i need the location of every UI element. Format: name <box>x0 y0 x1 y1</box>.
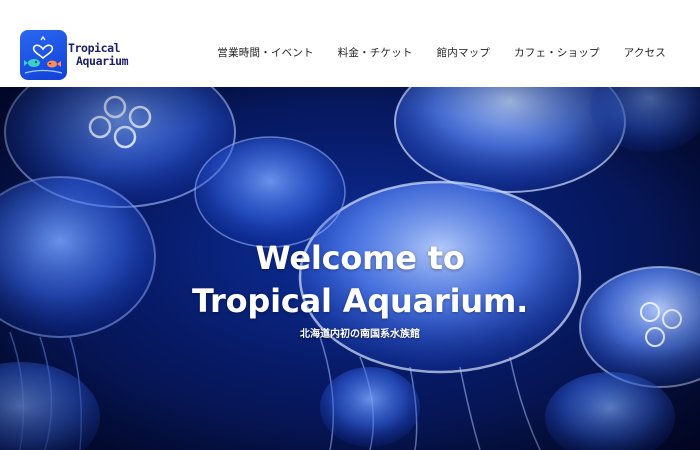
nav-access[interactable]: アクセス <box>624 45 666 60</box>
site-logo[interactable]: Tropical Aquarium <box>20 30 129 80</box>
hero-title: Welcome to Tropical Aquarium. <box>0 237 700 323</box>
logo-badge <box>20 30 67 80</box>
logo-line-1: Tropical <box>68 41 121 55</box>
hero-title-line-2: Tropical Aquarium. <box>191 282 529 320</box>
hero-section: Welcome to Tropical Aquarium. 北海道内初の南国系水… <box>0 87 700 450</box>
main-nav: 営業時間・イベント 料金・チケット 館内マップ カフェ・ショップ アクセス <box>217 44 700 60</box>
nav-hours-events[interactable]: 営業時間・イベント <box>217 45 313 60</box>
logo-wordmark: Tropical Aquarium <box>68 41 129 68</box>
site-header: Tropical Aquarium 営業時間・イベント 料金・チケット 館内マッ… <box>0 0 700 87</box>
nav-cafe-shop[interactable]: カフェ・ショップ <box>514 45 600 60</box>
nav-floor-map[interactable]: 館内マップ <box>437 45 491 60</box>
logo-line-2: Aquarium <box>76 54 129 68</box>
hero-title-line-1: Welcome to <box>255 239 465 277</box>
heart-fish-icon <box>24 35 63 74</box>
hero-subtitle: 北海道内初の南国系水族館 <box>300 329 420 340</box>
nav-prices-tickets[interactable]: 料金・チケット <box>338 45 413 60</box>
